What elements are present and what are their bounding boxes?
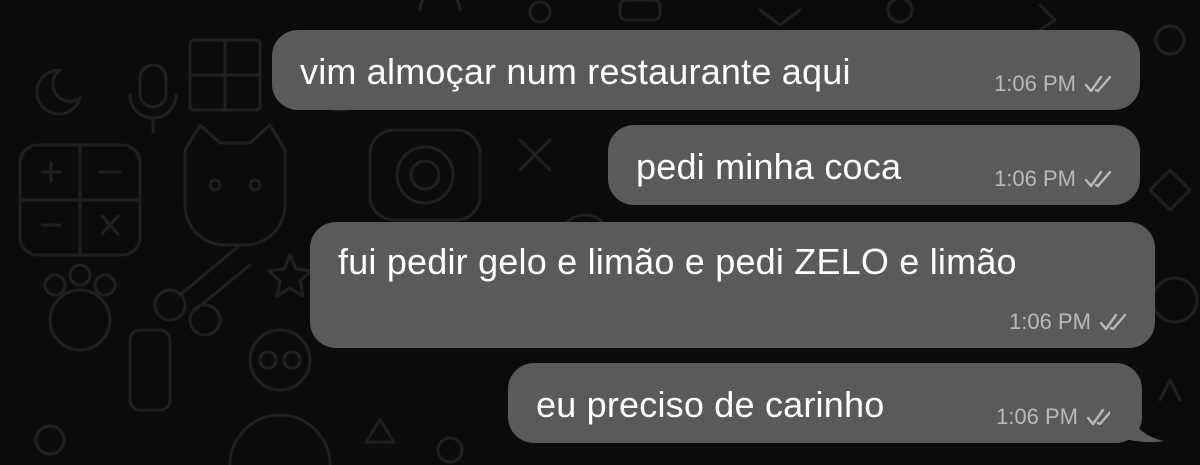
double-check-icon bbox=[1084, 75, 1112, 93]
double-check-icon bbox=[1099, 313, 1127, 331]
message-meta: 1:06 PM bbox=[994, 167, 1114, 191]
double-check-icon bbox=[1084, 170, 1112, 188]
message-time: 1:06 PM bbox=[1009, 309, 1091, 334]
message-time: 1:06 PM bbox=[994, 166, 1076, 191]
bubble-tail bbox=[1110, 405, 1164, 443]
message-time: 1:06 PM bbox=[996, 404, 1078, 429]
message-text: vim almoçar num restaurante aqui bbox=[300, 51, 851, 92]
message-bubble[interactable]: fui pedir gelo e limão e pedi ZELO e lim… bbox=[310, 222, 1155, 348]
message-meta: 1:06 PM bbox=[1009, 310, 1129, 334]
message-meta: 1:06 PM bbox=[994, 72, 1114, 96]
message-bubble[interactable]: pedi minha coca 1:06 PM bbox=[608, 125, 1140, 205]
message-bubble[interactable]: vim almoçar num restaurante aqui 1:06 PM bbox=[272, 30, 1140, 110]
message-text: fui pedir gelo e limão e pedi ZELO e lim… bbox=[338, 241, 1017, 282]
message-list: vim almoçar num restaurante aqui 1:06 PM… bbox=[0, 0, 1200, 465]
message-bubble[interactable]: eu preciso de carinho 1:06 PM bbox=[508, 363, 1142, 443]
message-time: 1:06 PM bbox=[994, 71, 1076, 96]
message-text: eu preciso de carinho bbox=[536, 384, 885, 425]
message-meta: 1:06 PM bbox=[996, 405, 1116, 429]
message-text: pedi minha coca bbox=[636, 146, 902, 187]
